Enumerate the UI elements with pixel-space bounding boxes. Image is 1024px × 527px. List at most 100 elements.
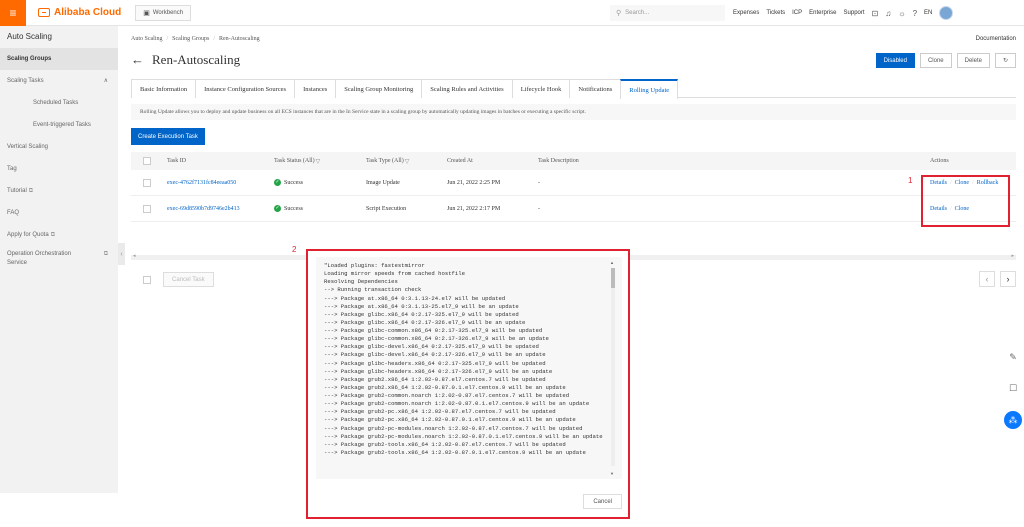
task-id-link[interactable]: exec-69d8590b7d9746e2b413	[167, 196, 240, 221]
header-created-at: Created At	[447, 158, 473, 164]
next-page-button[interactable]: ›	[1000, 271, 1016, 287]
sidebar-item-label: Tutorial	[7, 188, 27, 194]
header-buttons: Disabled Clone Delete ↻	[875, 53, 1016, 68]
tab-instance-configuration-sources[interactable]: Instance Configuration Sources	[195, 79, 296, 98]
sidebar-item-label: FAQ	[7, 210, 20, 216]
table-row: exec-4762f7131fc84eeaa050 ✓ Success Image…	[131, 170, 1016, 196]
nav-icp[interactable]: ICP	[792, 10, 802, 16]
task-type: Script Execution	[366, 205, 407, 212]
sidebar-collapse-button[interactable]: ‹	[118, 243, 125, 265]
sidebar-item-tutorial[interactable]: Tutorial ⧉	[0, 180, 118, 202]
pagination: ‹ ›	[979, 271, 1016, 287]
tab-scaling-rules-activities[interactable]: Scaling Rules and Activities	[421, 79, 513, 98]
brand-logo[interactable]: Alibaba Cloud	[38, 7, 121, 18]
success-icon: ✓	[274, 179, 281, 186]
header-task-description: Task Description	[538, 158, 579, 164]
tab-scaling-group-monitoring[interactable]: Scaling Group Monitoring	[335, 79, 423, 98]
sidebar-item-label: Scaling Groups	[7, 56, 52, 62]
footer-select-all-checkbox[interactable]	[143, 276, 151, 284]
sidebar-item-apply-quota[interactable]: Apply for Quota ⧉	[0, 224, 118, 246]
chat-icon[interactable]: ☐	[1005, 380, 1021, 396]
nav-enterprise[interactable]: Enterprise	[809, 10, 836, 16]
edit-icon[interactable]: ✎	[1005, 349, 1021, 365]
floating-toolbar: ✎ ☐ ⁂	[1004, 349, 1022, 429]
sidebar-item-oos[interactable]: Operation Orchestration Service ⧉	[0, 246, 118, 274]
tab-bar: Basic Information Instance Configuration…	[131, 79, 1016, 99]
workbench-button[interactable]: ▣ Workbench	[135, 4, 192, 21]
task-created-at: Jun 21, 2022 2:25 PM	[447, 179, 501, 186]
scroll-left-icon[interactable]: ◂	[133, 253, 136, 259]
sidebar-item-label: Tag	[7, 166, 17, 172]
tab-lifecycle-hook[interactable]: Lifecycle Hook	[511, 79, 571, 98]
tab-notifications[interactable]: Notifications	[569, 79, 622, 98]
external-link-icon: ⧉	[103, 251, 108, 257]
sidebar: Auto Scaling Scaling Groups Scaling Task…	[0, 26, 118, 493]
sidebar-item-faq[interactable]: FAQ	[0, 202, 118, 224]
sidebar-item-event-triggered-tasks[interactable]: Event-triggered Tasks	[0, 114, 118, 136]
select-all-checkbox[interactable]	[143, 157, 151, 165]
sidebar-item-scaling-groups[interactable]: Scaling Groups	[0, 48, 118, 70]
bell-icon[interactable]: ♫	[885, 9, 891, 18]
task-status: Success	[284, 179, 303, 186]
clone-button[interactable]: Clone	[919, 53, 952, 68]
annotation-box-2	[306, 249, 630, 519]
lightbulb-icon[interactable]: ☼	[898, 9, 905, 18]
row-checkbox[interactable]	[143, 178, 151, 187]
nav-expenses[interactable]: Expenses	[733, 10, 759, 16]
sidebar-item-label: Scaling Tasks	[7, 78, 44, 84]
avatar[interactable]	[939, 6, 954, 20]
filter-icon[interactable]: ▽	[316, 158, 321, 165]
language-selector[interactable]: EN	[924, 10, 932, 16]
sidebar-item-label: Operation Orchestration Service	[7, 251, 72, 266]
breadcrumb-scaling-groups[interactable]: Scaling Groups	[172, 36, 209, 42]
filter-icon[interactable]: ▽	[405, 158, 410, 165]
annotation-label-1: 1	[908, 176, 913, 185]
refresh-icon[interactable]: ↻	[994, 53, 1016, 68]
header-task-type[interactable]: Task Type (All) ▽	[366, 152, 409, 170]
annotation-label-2: 2	[292, 245, 297, 254]
task-type: Image Update	[366, 179, 400, 186]
top-nav: Expenses Tickets ICP Enterprise Support …	[733, 0, 954, 26]
apps-icon[interactable]: ⁂	[1004, 411, 1022, 429]
sidebar-item-label: Scheduled Tasks	[33, 100, 79, 106]
back-arrow-icon[interactable]: ←	[131, 52, 144, 68]
prev-page-button[interactable]: ‹	[979, 271, 995, 287]
hamburger-icon[interactable]: ≡	[0, 0, 26, 26]
tab-instances[interactable]: Instances	[294, 79, 337, 98]
header-task-status-label: Task Status (All)	[274, 158, 315, 164]
task-created-at: Jun 21, 2022 2:17 PM	[447, 205, 501, 212]
external-link-icon: ⧉	[28, 188, 34, 194]
nav-support[interactable]: Support	[844, 10, 865, 16]
task-id-link[interactable]: exec-4762f7131fc84eeaa050	[167, 170, 236, 195]
sidebar-item-label: Event-triggered Tasks	[33, 122, 91, 128]
sidebar-item-scheduled-tasks[interactable]: Scheduled Tasks	[0, 92, 118, 114]
workbench-label: Workbench	[152, 9, 184, 16]
sidebar-item-label: Apply for Quota	[7, 232, 49, 238]
row-checkbox[interactable]	[143, 204, 151, 213]
breadcrumb-auto-scaling[interactable]: Auto Scaling	[131, 36, 163, 42]
external-link-icon: ⧉	[50, 232, 55, 238]
annotation-box-1	[921, 175, 1010, 227]
help-icon[interactable]: ?	[913, 9, 917, 18]
breadcrumb: Auto Scaling / Scaling Groups / Ren-Autoscal…	[131, 36, 260, 42]
tab-basic-information[interactable]: Basic Information	[131, 79, 197, 98]
search-input[interactable]: ⚲ Search...	[610, 5, 725, 21]
documentation-link[interactable]: Documentation	[976, 36, 1016, 42]
header-task-status[interactable]: Task Status (All) ▽	[274, 152, 320, 170]
delete-button[interactable]: Delete	[956, 53, 990, 68]
sidebar-item-vertical-scaling[interactable]: Vertical Scaling	[0, 136, 118, 158]
cancel-task-button[interactable]: Cancel Task	[163, 272, 214, 287]
create-execution-task-button[interactable]: Create Execution Task	[131, 128, 205, 145]
disabled-button[interactable]: Disabled	[875, 53, 915, 68]
page-title-text: Ren-Autoscaling	[152, 52, 241, 67]
terminal-icon[interactable]: ⊡	[872, 9, 879, 18]
nav-tickets[interactable]: Tickets	[766, 10, 785, 16]
sidebar-item-scaling-tasks[interactable]: Scaling Tasks ∧	[0, 70, 118, 92]
tab-rolling-update[interactable]: Rolling Update	[620, 79, 679, 99]
chevron-up-icon: ∧	[103, 78, 108, 84]
sidebar-item-tag[interactable]: Tag	[0, 158, 118, 180]
top-bar: ≡ Alibaba Cloud ▣ Workbench ⚲ Search... …	[0, 0, 1024, 26]
alibaba-cloud-logo-icon	[38, 8, 50, 17]
scroll-right-icon[interactable]: ▸	[1011, 253, 1014, 259]
search-icon: ⚲	[616, 10, 622, 17]
